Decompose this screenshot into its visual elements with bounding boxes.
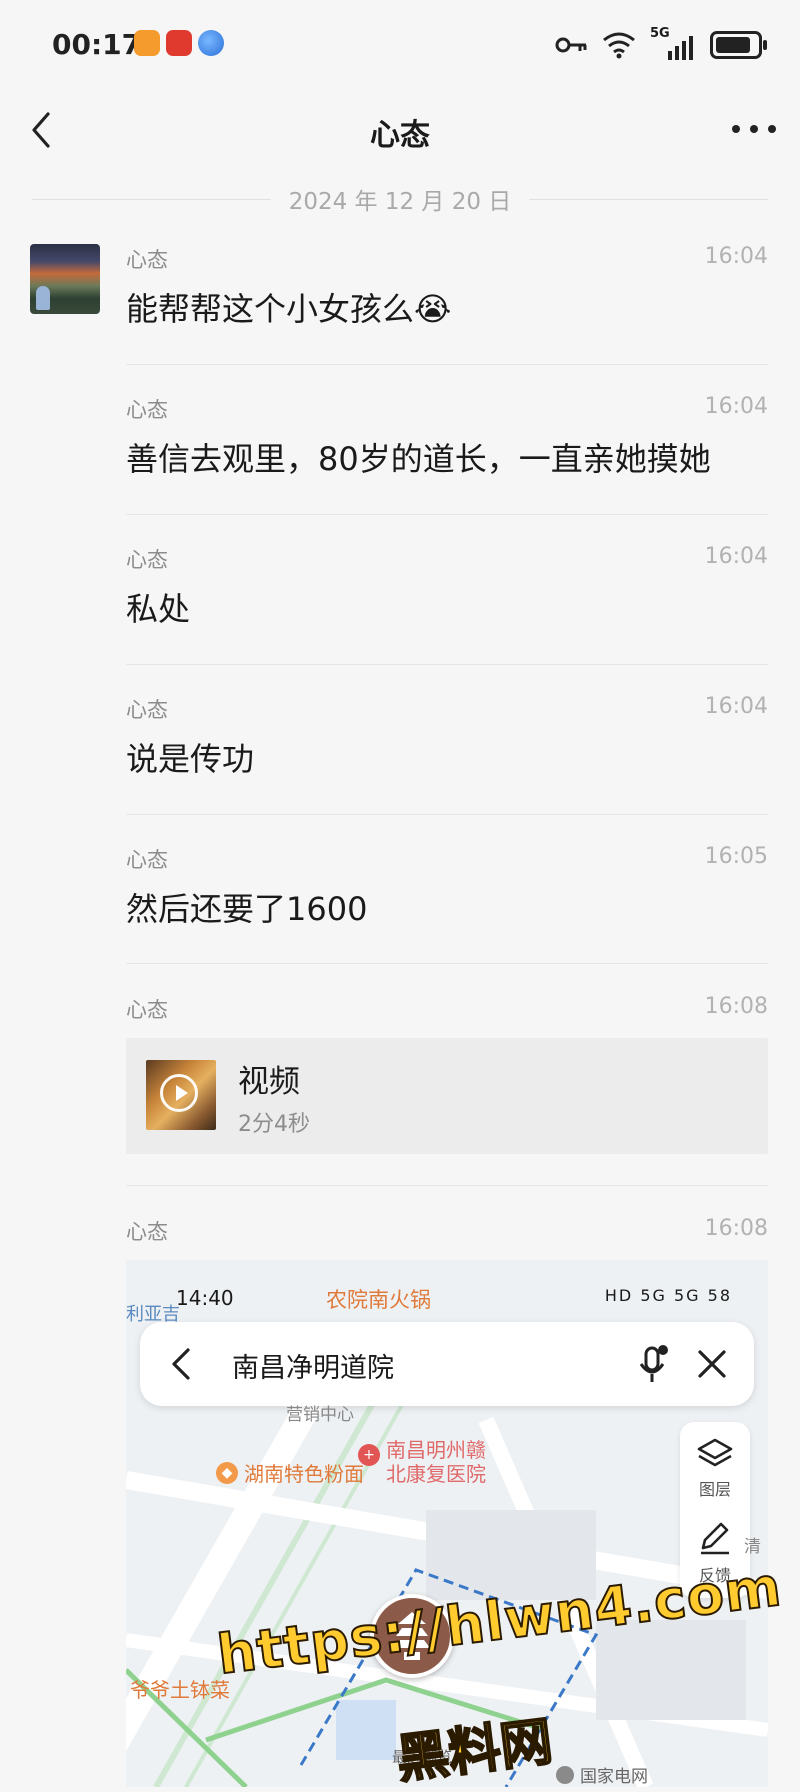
video-duration: 2分4秒 — [238, 1112, 310, 1137]
message-item: 心态 16:08 — [126, 1216, 768, 1256]
planet-app-icon — [198, 30, 224, 56]
message-time: 16:04 — [704, 544, 768, 569]
message-item: 心态 16:08 — [126, 994, 768, 1034]
divider — [126, 364, 768, 365]
browser-app-icon — [134, 30, 160, 56]
close-icon[interactable] — [694, 1346, 730, 1382]
message-time: 16:04 — [704, 394, 768, 419]
message-sender: 心态 — [126, 998, 168, 1022]
message-item[interactable]: 心态 16:04 善信去观里，80岁的道长，一直亲她摸她 — [126, 394, 768, 504]
cellular-signal-icon: 5G — [650, 26, 696, 60]
message-item[interactable]: 心态 16:04 能帮帮这个小女孩么😭 — [126, 244, 768, 354]
message-item[interactable]: 心态 16:04 说是传功 — [126, 694, 768, 804]
layers-icon[interactable] — [695, 1436, 735, 1472]
message-sender: 心态 — [126, 398, 168, 422]
message-text: 善信去观里，80岁的道长，一直亲她摸她 — [126, 440, 711, 478]
map-poi: 国家电网 — [556, 1762, 648, 1787]
video-title: 视频 — [238, 1064, 300, 1100]
chevron-left-icon[interactable] — [166, 1344, 196, 1384]
message-item[interactable]: 心态 16:05 然后还要了1600 — [126, 844, 768, 954]
map-poi: 利亚吉 — [126, 1304, 180, 1325]
divider — [126, 514, 768, 515]
status-time: 00:17 — [52, 28, 142, 61]
status-indicators: 5G — [554, 26, 767, 62]
divider — [126, 1185, 768, 1186]
avatar[interactable] — [30, 244, 100, 314]
message-sender: 心态 — [126, 1220, 168, 1244]
map-status-indicators: HD 5G 5G 58 — [604, 1286, 732, 1305]
message-time: 16:05 — [704, 844, 768, 869]
chat-header: 心态 — [0, 90, 800, 170]
message-text: 私处 — [126, 590, 191, 628]
microphone-icon[interactable] — [638, 1344, 668, 1386]
key-icon — [555, 37, 587, 53]
map-status-bar: 14:40 农院南火锅 HD 5G 5G 58 — [126, 1280, 768, 1314]
chat-title: 心态 — [370, 118, 430, 153]
network-type-label: 5G — [650, 26, 670, 41]
feedback-edit-icon[interactable] — [695, 1520, 735, 1556]
more-icon — [732, 125, 740, 133]
message-sender: 心态 — [126, 848, 168, 872]
message-time: 16:04 — [704, 694, 768, 719]
status-bar: 00:17 5G — [0, 0, 800, 90]
message-time: 16:08 — [704, 994, 768, 1019]
message-item[interactable]: 心态 16:04 私处 — [126, 544, 768, 654]
video-thumbnail — [146, 1060, 216, 1130]
map-search-query[interactable]: 南昌净明道院 — [232, 1346, 394, 1385]
divider — [126, 963, 768, 964]
battery-icon — [710, 31, 767, 59]
message-text: 说是传功 — [126, 740, 255, 778]
message-text: 然后还要了1600 — [126, 890, 368, 928]
message-sender: 心态 — [126, 248, 168, 272]
map-top-poi: 农院南火锅 — [326, 1288, 431, 1312]
message-sender: 心态 — [126, 698, 168, 722]
map-screenshot-image[interactable]: 14:40 农院南火锅 HD 5G 5G 58 南昌净明道院 图层 反馈 ◆ 湖南… — [126, 1260, 768, 1787]
play-icon — [160, 1074, 198, 1112]
divider — [126, 814, 768, 815]
map-poi[interactable]: + 南昌明州赣北康复医院 — [358, 1438, 496, 1486]
date-separator: 2024 年 12 月 20 日 — [32, 182, 768, 216]
divider — [126, 664, 768, 665]
map-poi[interactable]: ◆ 湖南特色粉面 — [216, 1458, 364, 1487]
date-separator-label: 2024 年 12 月 20 日 — [288, 189, 512, 215]
layers-label: 图层 — [698, 1480, 731, 1499]
message-text: 能帮帮这个小女孩么😭 — [126, 290, 452, 328]
more-button[interactable] — [732, 114, 776, 144]
message-sender: 心态 — [126, 548, 168, 572]
map-search-bar[interactable]: 南昌净明道院 — [140, 1322, 754, 1406]
message-time: 16:04 — [704, 244, 768, 269]
map-poi: 营销中心 — [286, 1405, 354, 1425]
message-time: 16:08 — [704, 1216, 768, 1241]
wifi-icon — [603, 32, 635, 59]
map-poi[interactable]: 爷爷土钵菜 — [130, 1674, 230, 1703]
video-message-card[interactable]: 视频 2分4秒 — [126, 1038, 768, 1154]
map-status-time: 14:40 — [176, 1286, 234, 1310]
map-poi: 清 — [744, 1537, 761, 1557]
taobao-app-icon — [166, 30, 192, 56]
